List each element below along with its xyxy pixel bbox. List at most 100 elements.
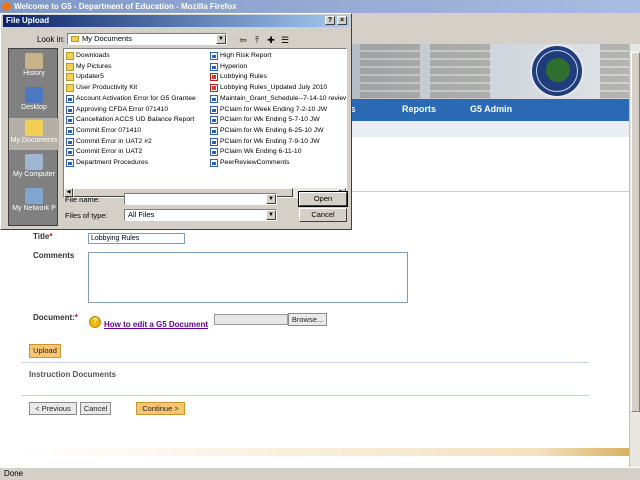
file-list-item[interactable]: Commit Error in UAT2 [66,147,208,157]
pdf-file-icon [210,84,218,93]
document-file-input[interactable] [214,314,288,325]
browse-button[interactable]: Browse... [288,313,327,326]
file-list-item[interactable]: Hyperion [210,62,346,72]
help-icon[interactable]: ? [89,316,101,328]
file-name-text: Lobbying Rules_Updated July 2010 [220,84,328,92]
page-scrollbar[interactable] [629,44,640,467]
file-upload-dialog: File Upload ? × Look in: My Documents ▼ … [0,13,352,230]
place-desktop[interactable]: Desktop [9,85,59,117]
file-list-item[interactable]: High Risk Report [210,51,346,61]
comments-label: Comments [33,251,75,260]
upload-button[interactable]: Upload [29,344,61,358]
up-folder-icon[interactable]: ⤒ [251,34,263,46]
file-name-text: Downloads [76,52,110,59]
file-list-item[interactable]: PClaim for Week Ending 7-2-10 JW [210,105,346,115]
folder-icon [66,73,74,82]
file-list-item[interactable]: PClaim for Wk Ending 5-7-10 JW [210,115,346,125]
file-name-text: PeerReviewComments [220,159,290,166]
word-document-icon [66,94,74,103]
word-document-icon [66,116,74,125]
place-my-documents[interactable]: My Documents [9,118,59,150]
my-documents-icon [25,120,43,136]
file-list-item[interactable]: Lobbying Rules [210,72,346,82]
look-in-select[interactable]: My Documents ▼ [67,33,227,45]
files-of-type-select[interactable]: All Files ▼ [124,209,277,221]
chevron-down-icon[interactable]: ▼ [266,210,276,220]
file-name-text: Department Procedures [76,159,149,166]
places-bar: History Desktop My Documents My Computer… [8,48,59,226]
help-title-button[interactable]: ? [325,16,335,25]
place-history[interactable]: History [9,51,59,83]
file-name-text: PClaim for Wk Ending 7-9-10 JW [220,137,320,145]
file-list-item[interactable]: My Pictures [66,62,208,72]
file-list-item[interactable]: User Productivity Kit [66,83,208,93]
file-list-item[interactable]: Commit Error in UAT2 #2 [66,137,208,147]
file-name-text: Commit Error 071410 [76,126,141,134]
file-name-text: Lobbying Rules [220,73,267,81]
department-seal-logo [530,44,584,98]
folder-icon [71,36,79,43]
file-list-item[interactable]: Cancellation ACCS UD Balance Report [66,115,208,125]
instruction-documents-title: Instruction Documents [29,370,117,379]
file-name-text: Hyperion [220,62,248,70]
back-arrow-icon[interactable]: ⇦ [237,34,249,46]
file-list-item[interactable]: PeerReviewComments [210,158,346,168]
file-name-text: Updater5 [76,73,104,81]
file-list-item[interactable]: Account Activation Error for G5 Grantee [66,94,208,104]
word-document-icon [66,126,74,135]
folder-icon [66,84,74,93]
file-list-item[interactable]: PClaim Wk Ending 6-11-10 [210,147,346,157]
file-name-text: Maintain_Grant_Schedule--7-14-10 review [220,94,347,102]
place-my-network[interactable]: My Network P [9,186,59,218]
status-text: Done [4,469,24,478]
document-label: Document:* [33,313,78,322]
continue-button[interactable]: Continue > [136,402,185,415]
title-input[interactable]: Lobbying Rules [88,233,185,244]
page-scroll-thumb[interactable] [631,52,640,412]
word-document-icon [210,148,218,157]
close-icon[interactable]: × [337,16,347,25]
file-name-text: High Risk Report [220,52,272,59]
chevron-down-icon[interactable]: ▼ [216,34,226,44]
word-document-icon [210,62,218,71]
file-name-input[interactable]: ▼ [124,193,277,205]
file-list-item[interactable]: Updater5 [66,72,208,82]
dialog-cancel-button[interactable]: Cancel [299,208,347,222]
word-document-icon [66,159,74,167]
help-link[interactable]: How to edit a G5 Document [104,320,208,329]
bookshelf-image [360,44,420,99]
dialog-title: File Upload [6,16,50,25]
view-menu-icon[interactable]: ☰ [279,34,291,46]
open-button[interactable]: Open [298,191,348,207]
chevron-down-icon[interactable]: ▼ [266,194,276,204]
new-folder-icon[interactable]: ✚ [265,34,277,46]
desktop-icon [25,87,43,103]
file-list-item[interactable]: Downloads [66,51,208,61]
cancel-button[interactable]: Cancel [80,402,111,415]
file-list-item[interactable]: Approving CFDA Error 071410 [66,105,208,115]
nav-item-reports[interactable]: Reports [402,104,436,114]
file-list-item[interactable]: PClaim for Wk Ending 6-25-10 JW [210,126,346,136]
file-list[interactable]: Downloads My Pictures Updater5 User Product… [63,48,347,198]
file-list-item[interactable]: Department Procedures [66,158,208,168]
previous-button[interactable]: < Previous [29,402,77,415]
comments-textarea[interactable] [88,252,408,303]
file-name-text: PClaim Wk Ending 6-11-10 [220,148,302,156]
word-document-icon [210,105,218,114]
file-list-item[interactable]: Commit Error 071410 [66,126,208,136]
file-list-item[interactable]: PClaim for Wk Ending 7-9-10 JW [210,137,346,147]
nav-item-g5-admin[interactable]: G5 Admin [470,104,512,114]
word-document-icon [66,137,74,146]
file-name-text: My Pictures [76,62,112,70]
title-label: Title* [33,232,53,241]
pdf-file-icon [210,73,218,82]
file-name-text: Approving CFDA Error 071410 [76,105,169,113]
file-list-item[interactable]: Maintain_Grant_Schedule--7-14-10 review [210,94,347,104]
divider [22,395,589,396]
file-list-item[interactable]: Lobbying Rules_Updated July 2010 [210,83,346,93]
history-icon [25,53,43,69]
file-name-text: Commit Error in UAT2 #2 [76,137,152,145]
divider [22,362,589,363]
firefox-icon [2,2,11,11]
place-my-computer[interactable]: My Computer [9,152,59,184]
